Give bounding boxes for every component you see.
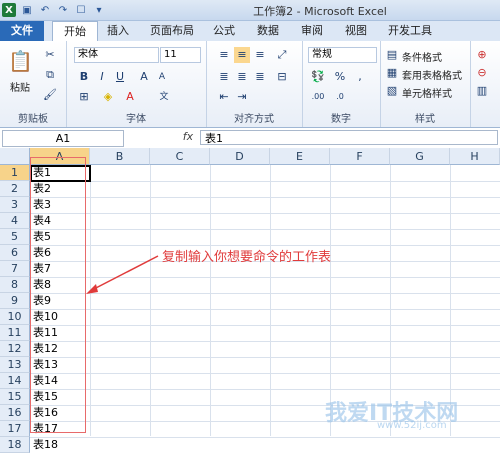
annotation-arrow [86, 255, 159, 294]
row-header[interactable]: 18 [0, 437, 30, 453]
annotation-text: 复制输入你想要命令的工作表 [162, 250, 332, 265]
grid-line [30, 437, 500, 438]
watermark-url: www.52ij.com [377, 420, 447, 431]
cell-a18[interactable]: 表18 [31, 437, 89, 452]
